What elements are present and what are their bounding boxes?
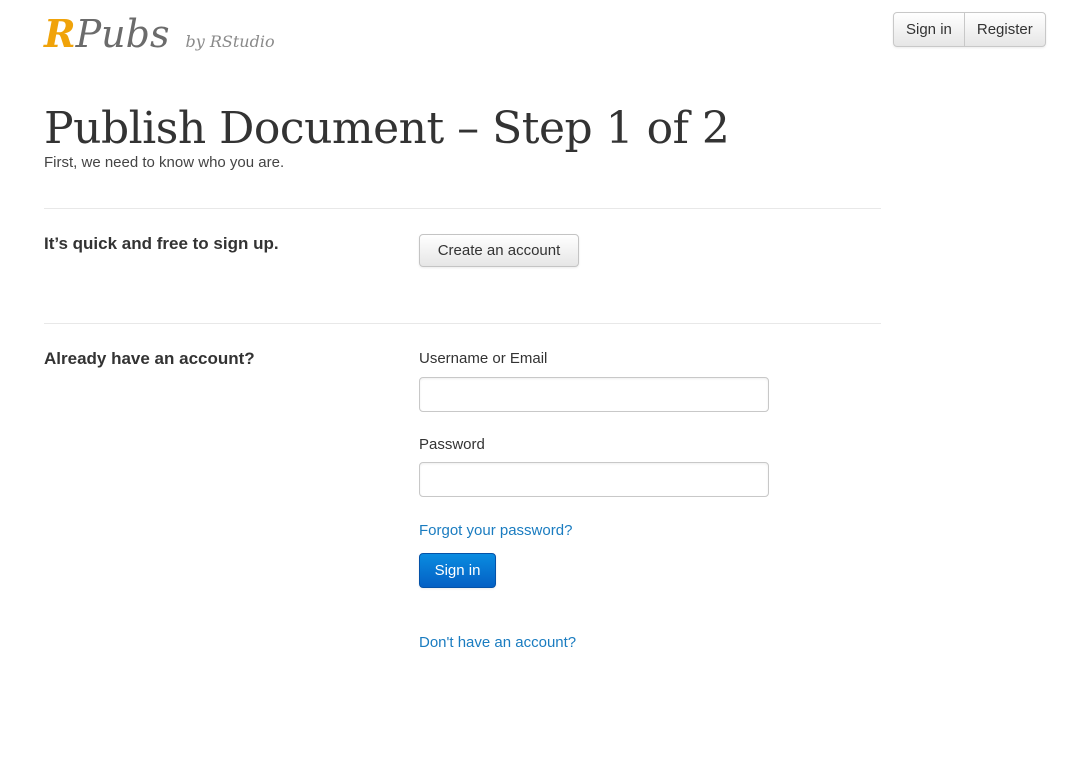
password-input[interactable] [419, 462, 769, 497]
logo-r: R [44, 11, 76, 56]
header-sign-in-button[interactable]: Sign in [894, 13, 964, 46]
page-subtitle: First, we need to know who you are. [44, 154, 285, 171]
username-label: Username or Email [419, 350, 548, 367]
forgot-password-link[interactable]: Forgot your password? [419, 522, 572, 539]
login-label: Already have an account? [44, 349, 255, 368]
rpubs-logo[interactable]: R Pubs by RStudio [44, 11, 275, 57]
password-label: Password [419, 436, 485, 453]
auth-button-group: Sign in Register [893, 12, 1046, 47]
page-title: Publish Document – Step 1 of 2 [44, 103, 730, 154]
page: R Pubs by RStudio Sign in Register Publi… [0, 0, 1085, 758]
divider [44, 323, 881, 324]
signup-label: It’s quick and free to sign up. [44, 234, 279, 253]
logo-pubs: Pubs [75, 12, 170, 56]
logo-by-rstudio: by RStudio [185, 32, 275, 51]
create-account-button[interactable]: Create an account [419, 234, 579, 267]
no-account-link[interactable]: Don't have an account? [419, 634, 576, 651]
sign-in-button[interactable]: Sign in [419, 553, 496, 588]
username-input[interactable] [419, 377, 769, 412]
header-register-button[interactable]: Register [963, 13, 1045, 46]
divider [44, 208, 881, 209]
